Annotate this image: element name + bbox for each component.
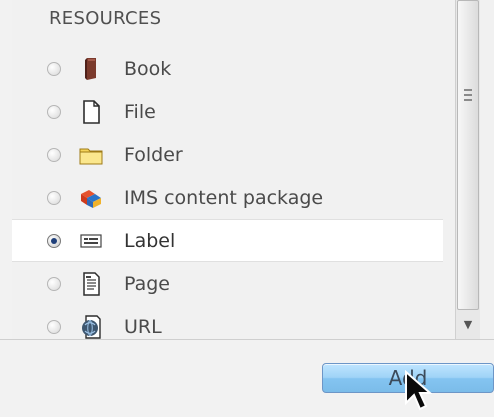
- resource-option-page[interactable]: Page: [12, 262, 443, 305]
- option-label: IMS content package: [124, 186, 324, 209]
- resource-option-ims-content-package[interactable]: IMS content package: [12, 176, 443, 219]
- radio-selected-dot: [51, 237, 57, 244]
- scroll-thumb[interactable]: [457, 0, 479, 310]
- folder-icon: [79, 143, 103, 167]
- add-button[interactable]: Add: [322, 363, 494, 393]
- resource-scrollbar[interactable]: ▼: [455, 0, 480, 339]
- resource-option-list: Book File Folder IMS content package Lab…: [12, 47, 443, 339]
- resource-option-book[interactable]: Book: [12, 47, 443, 90]
- radio-button[interactable]: [47, 276, 61, 291]
- scroll-down-arrow-icon[interactable]: ▼: [457, 310, 479, 338]
- radio-button[interactable]: [47, 319, 61, 334]
- option-label: URL: [124, 315, 162, 338]
- option-label: Folder: [124, 143, 183, 166]
- resource-option-label[interactable]: Label: [12, 219, 443, 262]
- book-icon: [79, 57, 103, 81]
- page-icon: [79, 271, 103, 296]
- scroll-grip-icon: [464, 89, 472, 104]
- option-label: Label: [124, 229, 176, 252]
- option-label: Page: [124, 272, 170, 295]
- radio-button[interactable]: [47, 61, 61, 76]
- label-icon: [79, 229, 103, 253]
- option-label: Book: [124, 57, 172, 80]
- chooser-footer: Add: [0, 339, 494, 417]
- url-icon: [79, 314, 103, 339]
- radio-button-selected[interactable]: [47, 233, 61, 248]
- resource-option-url[interactable]: URL: [12, 305, 443, 339]
- resource-option-folder[interactable]: Folder: [12, 133, 443, 176]
- resource-option-file[interactable]: File: [12, 90, 443, 133]
- activity-chooser-panel: RESOURCES Book File Folder IMS content p…: [12, 0, 494, 339]
- radio-button[interactable]: [47, 190, 61, 205]
- file-icon: [79, 99, 103, 124]
- option-label: File: [124, 100, 156, 123]
- ims-package-icon: [79, 186, 103, 210]
- resources-header: RESOURCES: [49, 8, 162, 29]
- radio-button[interactable]: [47, 147, 61, 162]
- radio-button[interactable]: [47, 104, 61, 119]
